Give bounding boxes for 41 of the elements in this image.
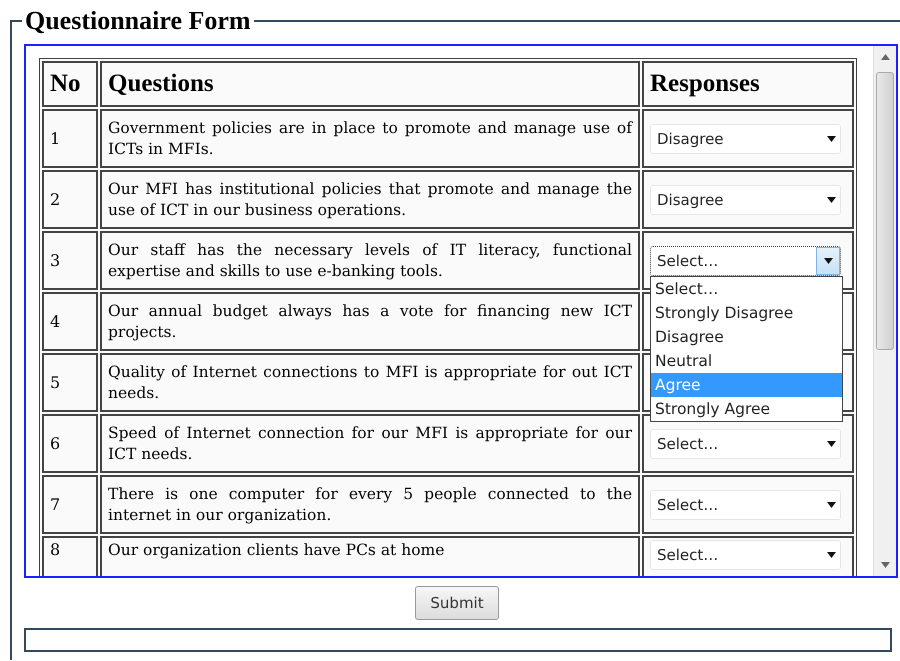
row-number: 7 (42, 475, 98, 534)
caret-icon (827, 502, 836, 508)
row-number: 5 (42, 353, 98, 412)
response-dropdown[interactable]: Select… (650, 246, 841, 276)
caret-icon (827, 196, 836, 202)
row-number: 3 (42, 231, 98, 290)
question-text: There is one computer for every 5 people connected to the internet in our organization. (100, 475, 640, 534)
question-text: Our annual budget always has a vote for financing new ICT projects. (100, 292, 640, 351)
caret-icon (827, 440, 836, 446)
dropdown-option[interactable]: Neutral (651, 348, 842, 372)
column-header: Responses (642, 61, 854, 107)
column-header: Questions (100, 61, 640, 107)
question-text: Our MFI has institutional policies that promote and manage the use of ICT in our business operations. (100, 170, 640, 229)
caret-icon (824, 258, 832, 264)
column-header: No (42, 61, 98, 107)
scrollbar[interactable] (873, 46, 896, 576)
response-dropdown[interactable]: Disagree (650, 184, 841, 214)
question-text: Government policies are in place to promote and manage use of ICTs in MFIs. (100, 109, 640, 168)
caret-icon (827, 552, 836, 558)
row-number: 6 (42, 414, 98, 473)
question-text: Speed of Internet connection for our MFI is appropriate for our ICT needs. (100, 414, 640, 473)
row-number: 1 (42, 109, 98, 168)
scrollbar-thumb[interactable] (876, 72, 894, 350)
dropdown-option[interactable]: Strongly Disagree (651, 300, 842, 324)
response-dropdown[interactable]: Select… (650, 540, 841, 570)
response-dropdown[interactable]: Disagree (650, 124, 841, 154)
row-number: 2 (42, 170, 98, 229)
question-text: Quality of Internet connections to MFI is appropriate for out ICT needs. (100, 353, 640, 412)
response-dropdown[interactable]: Select… (650, 490, 841, 520)
dropdown-option[interactable]: Select… (651, 276, 842, 300)
scroll-up-icon[interactable] (880, 54, 890, 60)
scroll-down-icon[interactable] (880, 562, 890, 568)
question-text: Our staff has the necessary levels of IT literacy, functional expertise and skills to use e-banking tools. (100, 231, 640, 290)
caret-icon (827, 136, 836, 142)
row-number: 4 (42, 292, 98, 351)
dropdown-option[interactable]: Strongly Agree (651, 396, 842, 420)
dropdown-option[interactable]: Disagree (651, 324, 842, 348)
row-number: 8 (42, 536, 98, 576)
response-dropdown[interactable]: Select… (650, 428, 841, 458)
submit-button[interactable]: Submit (415, 586, 499, 620)
question-text: Our organization clients have PCs at home (100, 536, 640, 576)
